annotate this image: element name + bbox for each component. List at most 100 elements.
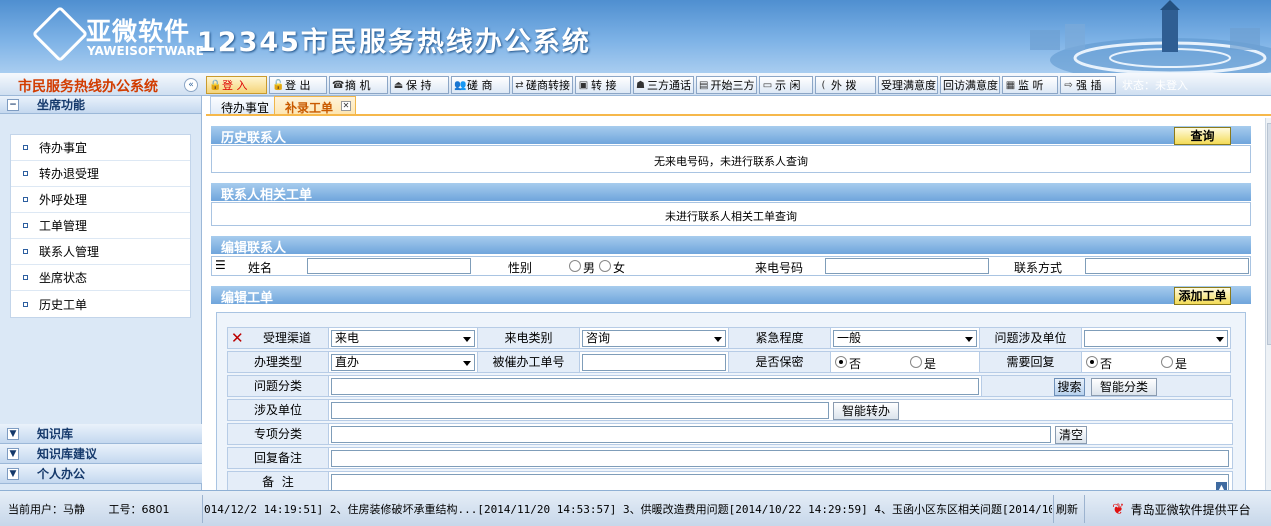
edit-ticket-header: 编辑工单 bbox=[211, 286, 1251, 306]
followup-satisfaction-button[interactable]: 回访满意度 bbox=[940, 76, 1000, 94]
name-input[interactable] bbox=[307, 258, 471, 274]
login-status: 状态：未登入 bbox=[1122, 79, 1188, 92]
contact-method-input[interactable] bbox=[1085, 258, 1249, 274]
search-button[interactable]: 搜索 bbox=[1054, 378, 1085, 396]
remove-x-icon[interactable]: ✕ bbox=[231, 330, 244, 346]
gender-male-label: 男 bbox=[583, 261, 596, 275]
barge-in-button[interactable]: ⇨ 强 插 bbox=[1060, 76, 1116, 94]
clear-button[interactable]: 清空 bbox=[1055, 426, 1087, 444]
channel-select[interactable]: 来电 bbox=[331, 330, 475, 347]
handle-type-select[interactable]: 直办 bbox=[331, 354, 475, 371]
system-title: 12345市民服务热线办公系统 bbox=[197, 27, 591, 58]
pickup-button[interactable]: ☎ 摘 机 bbox=[329, 76, 388, 94]
consult-button[interactable]: 👥 磋 商 bbox=[451, 76, 510, 94]
confidential-no-label: 否 bbox=[849, 357, 862, 371]
refresh-link[interactable]: 刷新 bbox=[1056, 501, 1078, 517]
gender-female-radio[interactable] bbox=[599, 260, 611, 272]
notice-marquee[interactable]: 014/12/2 14:19:51] 2、住房装修破坏承重结构...[2014/… bbox=[204, 501, 1052, 517]
sidebar-item-ticket-management[interactable]: 工单管理 bbox=[11, 213, 190, 239]
edit-contact-row: ☰ 姓名 性别 男 女 来电号码 联系方式 bbox=[211, 256, 1251, 276]
sidebar-section-knowledge[interactable]: ▼ 知识库 bbox=[0, 424, 202, 444]
special-category-cell: 清空 bbox=[328, 423, 1233, 445]
transfer-icon: ⇄ bbox=[515, 79, 524, 91]
add-ticket-button[interactable]: 添加工单 bbox=[1174, 287, 1231, 305]
divider bbox=[1053, 495, 1054, 523]
history-contacts-header: 历史联系人 bbox=[211, 126, 1251, 146]
query-button[interactable]: 查询 bbox=[1174, 127, 1231, 145]
urgency-select[interactable]: 一般 bbox=[833, 330, 977, 347]
sidebar-item-outbound[interactable]: 外呼处理 bbox=[11, 187, 190, 213]
problem-category-cell bbox=[328, 375, 982, 397]
call-type-select[interactable]: 咨询 bbox=[582, 330, 726, 347]
close-tab-icon[interactable]: ✕ bbox=[341, 101, 352, 111]
gender-female-label: 女 bbox=[613, 261, 626, 275]
category-actions-cell: 搜索 智能分类 bbox=[981, 375, 1231, 397]
edit-contact-header: 编辑联系人 bbox=[211, 236, 1251, 256]
reply-note-cell bbox=[328, 447, 1233, 469]
sidebar-item-agent-status[interactable]: 坐席状态 bbox=[11, 265, 190, 291]
hold-button[interactable]: ⏏ 保 持 bbox=[390, 76, 449, 94]
confidential-no-radio[interactable] bbox=[835, 356, 847, 368]
sidebar-section-personal-office[interactable]: ▼ 个人办公 bbox=[0, 464, 202, 484]
accept-satisfaction-button[interactable]: 受理满意度 bbox=[878, 76, 938, 94]
involved-unit-input[interactable] bbox=[331, 402, 829, 419]
sidebar-item-contact-management[interactable]: 联系人管理 bbox=[11, 239, 190, 265]
form-row: 涉及单位 智能转办 bbox=[227, 399, 1233, 421]
need-reply-yes-radio[interactable] bbox=[1161, 356, 1173, 368]
dial-out-button[interactable]: (外 拨 bbox=[815, 76, 876, 94]
sidebar-item-todo[interactable]: 待办事宜 bbox=[11, 135, 190, 161]
confidential-yes-radio[interactable] bbox=[910, 356, 922, 368]
related-tickets-message: 未进行联系人相关工单查询 bbox=[211, 202, 1251, 226]
content-scrollbar[interactable] bbox=[1265, 118, 1271, 490]
tab-todo[interactable]: 待办事宜 bbox=[210, 96, 281, 115]
reply-note-label: 回复备注 bbox=[227, 447, 329, 469]
top-toolbar-bar: 市民服务热线办公系统 « 🔒 登 入 🔓 登 出 ☎ 摘 机 ⏏ 保 持 👥 磋 商 ⇄ 磋… bbox=[0, 73, 1271, 96]
company-logo: 亚微软件 YAWEISOFTWARE bbox=[31, 5, 204, 63]
phone-toolbar: 🔒 登 入 🔓 登 出 ☎ 摘 机 ⏏ 保 持 👥 磋 商 ⇄ 磋商转接 ▣ 转 接 ☗ 三方通… bbox=[206, 75, 1188, 95]
form-row: 备 注 bbox=[227, 471, 1233, 490]
tab-supplement-ticket[interactable]: 补录工单 ✕ bbox=[274, 96, 357, 115]
urged-ticket-no-input[interactable] bbox=[582, 354, 726, 371]
need-reply-no-label: 否 bbox=[1100, 357, 1113, 371]
smart-category-button[interactable]: 智能分类 bbox=[1091, 378, 1157, 396]
special-category-input[interactable] bbox=[331, 426, 1051, 443]
reply-note-input[interactable] bbox=[331, 450, 1229, 467]
sidebar-item-transfer-return[interactable]: 转办退受理 bbox=[11, 161, 190, 187]
caller-number-input[interactable] bbox=[825, 258, 989, 274]
start-conference-button[interactable]: ▤ 开始三方 bbox=[696, 76, 757, 94]
forward-button[interactable]: ▣ 转 接 bbox=[575, 76, 631, 94]
logout-button[interactable]: 🔓 登 出 bbox=[269, 76, 327, 94]
problem-category-input[interactable] bbox=[331, 378, 979, 395]
conference-icon: ☗ bbox=[636, 79, 645, 91]
need-reply-no-radio[interactable] bbox=[1086, 356, 1098, 368]
monitor-button[interactable]: ▦ 监 听 bbox=[1002, 76, 1058, 94]
sidebar-item-history-tickets[interactable]: 历史工单 bbox=[11, 291, 190, 317]
dropdown-arrow-icon bbox=[463, 361, 471, 366]
channel-cell: 来电 bbox=[328, 327, 478, 349]
dropdown-arrow-icon bbox=[463, 337, 471, 342]
idle-button[interactable]: ▭ 示 闲 bbox=[759, 76, 813, 94]
sidebar-section-agent[interactable]: − 坐席功能 bbox=[0, 96, 201, 114]
special-category-label: 专项分类 bbox=[227, 423, 329, 445]
bullet-icon bbox=[23, 249, 28, 254]
bullet-icon bbox=[23, 145, 28, 150]
smart-transfer-button[interactable]: 智能转办 bbox=[833, 402, 899, 420]
form-row: 回复备注 bbox=[227, 447, 1233, 469]
handle-type-label: 办理类型 bbox=[227, 351, 329, 373]
sidebar: − 坐席功能 待办事宜 转办退受理 外呼处理 工单管理 联系人管理 坐席状态 历… bbox=[0, 96, 202, 490]
consult-transfer-button[interactable]: ⇄ 磋商转接 bbox=[512, 76, 573, 94]
start-conference-icon: ▤ bbox=[699, 79, 709, 91]
remark-textarea[interactable] bbox=[331, 474, 1229, 490]
lock-icon: 🔒 bbox=[209, 79, 222, 91]
sidebar-menu: 待办事宜 转办退受理 外呼处理 工单管理 联系人管理 坐席状态 历史工单 bbox=[10, 134, 191, 318]
problem-unit-select[interactable] bbox=[1084, 330, 1228, 347]
contact-method-label: 联系方式 bbox=[1014, 261, 1063, 275]
tab-bar: 待办事宜 补录工单 ✕ bbox=[206, 96, 1271, 116]
conference-button[interactable]: ☗ 三方通话 bbox=[633, 76, 694, 94]
sidebar-section-knowledge-suggestion[interactable]: ▼ 知识库建议 bbox=[0, 444, 202, 464]
gender-male-radio[interactable] bbox=[569, 260, 581, 272]
login-button[interactable]: 🔒 登 入 bbox=[206, 76, 267, 94]
collapse-sidebar-button[interactable]: « bbox=[184, 78, 198, 92]
expand-arrow-icon: ▼ bbox=[7, 427, 19, 440]
scrollbar-thumb[interactable] bbox=[1267, 123, 1271, 345]
